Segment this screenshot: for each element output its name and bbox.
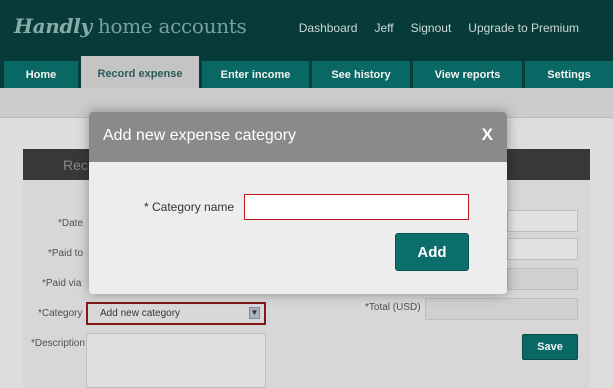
dialog-title: Add new expense category: [103, 127, 297, 144]
add-button[interactable]: Add: [395, 233, 469, 271]
dialog-header: Add new expense category X: [89, 112, 507, 162]
category-name-label: * Category name: [144, 200, 235, 214]
category-name-input[interactable]: [244, 194, 469, 220]
close-icon[interactable]: X: [482, 125, 493, 145]
add-category-dialog: Add new expense category X * Category na…: [89, 112, 507, 294]
